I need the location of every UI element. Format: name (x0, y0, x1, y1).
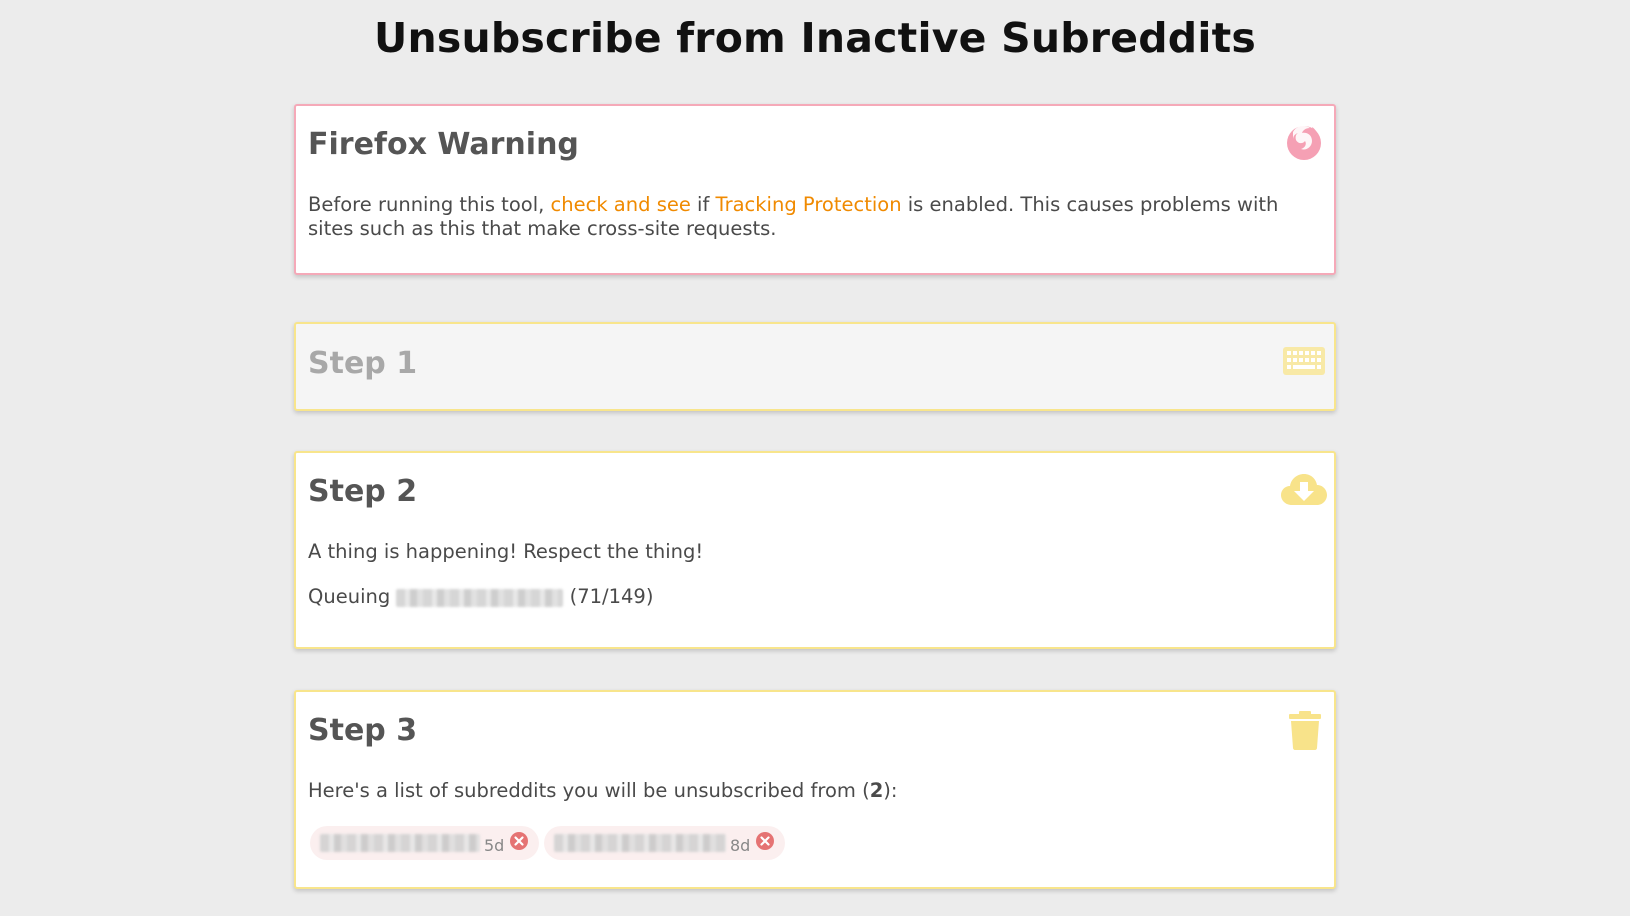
redacted-subreddit-name (554, 834, 726, 852)
page-title: Unsubscribe from Inactive Subreddits (374, 14, 1256, 62)
remove-icon[interactable] (509, 831, 529, 855)
redacted-subreddit-name (320, 834, 480, 852)
queue-progress: (71/149) (569, 585, 654, 608)
warning-text-middle: if (690, 193, 716, 216)
tracking-protection-link[interactable]: Tracking Protection (716, 193, 902, 216)
warning-heading: Firefox Warning (308, 127, 579, 162)
step2-status: Queuing (71/149) (308, 585, 1294, 609)
warning-text-before: Before running this tool, (308, 193, 551, 216)
keyboard-icon (1282, 346, 1326, 380)
remove-icon[interactable] (755, 831, 775, 855)
list-text-after: ): (883, 779, 898, 802)
list-text-before: Here's a list of subreddits you will be … (308, 779, 870, 802)
step3-card: Step 3 Here's a list of subreddits you w… (294, 690, 1336, 889)
step2-heading: Step 2 (308, 474, 418, 509)
subreddit-chip: 8d (544, 826, 786, 860)
subreddit-age: 8d (730, 835, 751, 855)
firefox-icon (1284, 122, 1324, 166)
queuing-label: Queuing (308, 585, 391, 608)
step3-list-text: Here's a list of subreddits you will be … (308, 779, 1294, 803)
step1-heading: Step 1 (308, 346, 418, 381)
subreddit-chip: 5d (310, 826, 540, 860)
cloud-download-icon (1280, 471, 1328, 511)
trash-icon (1288, 710, 1322, 754)
firefox-warning-card: Firefox Warning Before running this tool… (294, 104, 1336, 275)
warning-text: Before running this tool, check and see … (308, 193, 1294, 241)
step2-card: Step 2 A thing is happening! Respect the… (294, 451, 1336, 649)
step2-message: A thing is happening! Respect the thing! (308, 540, 704, 563)
redacted-subreddit-name (396, 588, 564, 607)
step1-card[interactable]: Step 1 (294, 322, 1336, 411)
subreddit-age: 5d (484, 835, 505, 855)
check-and-see-link[interactable]: check and see (551, 193, 691, 216)
list-count: 2 (869, 779, 884, 802)
step3-heading: Step 3 (308, 713, 418, 748)
